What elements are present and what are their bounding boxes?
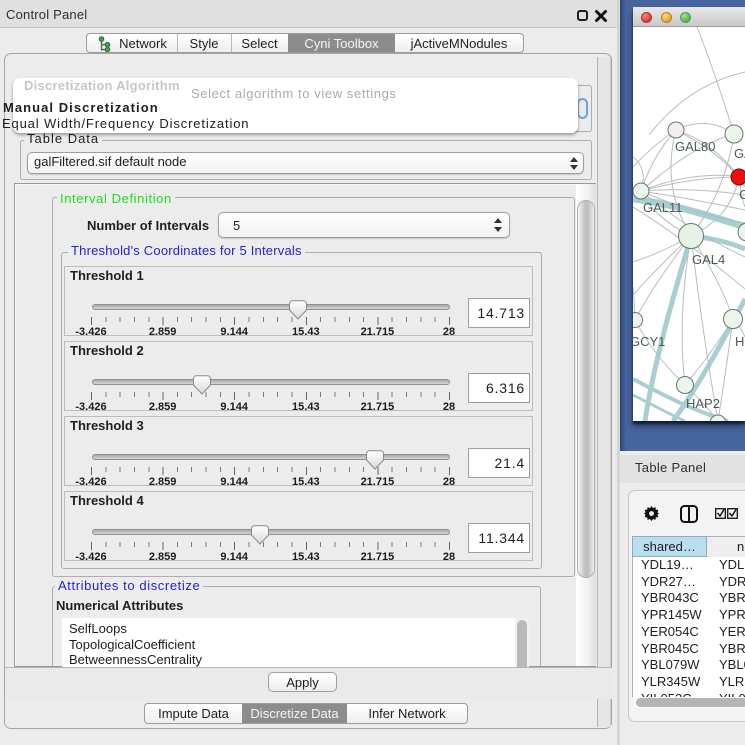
svg-text:GAL11: GAL11 [643, 200, 683, 215]
svg-text:GAL4: GAL4 [692, 252, 725, 267]
svg-text:GCY1: GCY1 [633, 334, 665, 349]
svg-text:H: H [735, 334, 744, 349]
svg-text:GA: GA [734, 146, 745, 161]
svg-text:HAP2: HAP2 [686, 396, 720, 411]
svg-text:C: C [739, 187, 745, 202]
svg-text:GAL80: GAL80 [675, 139, 715, 154]
